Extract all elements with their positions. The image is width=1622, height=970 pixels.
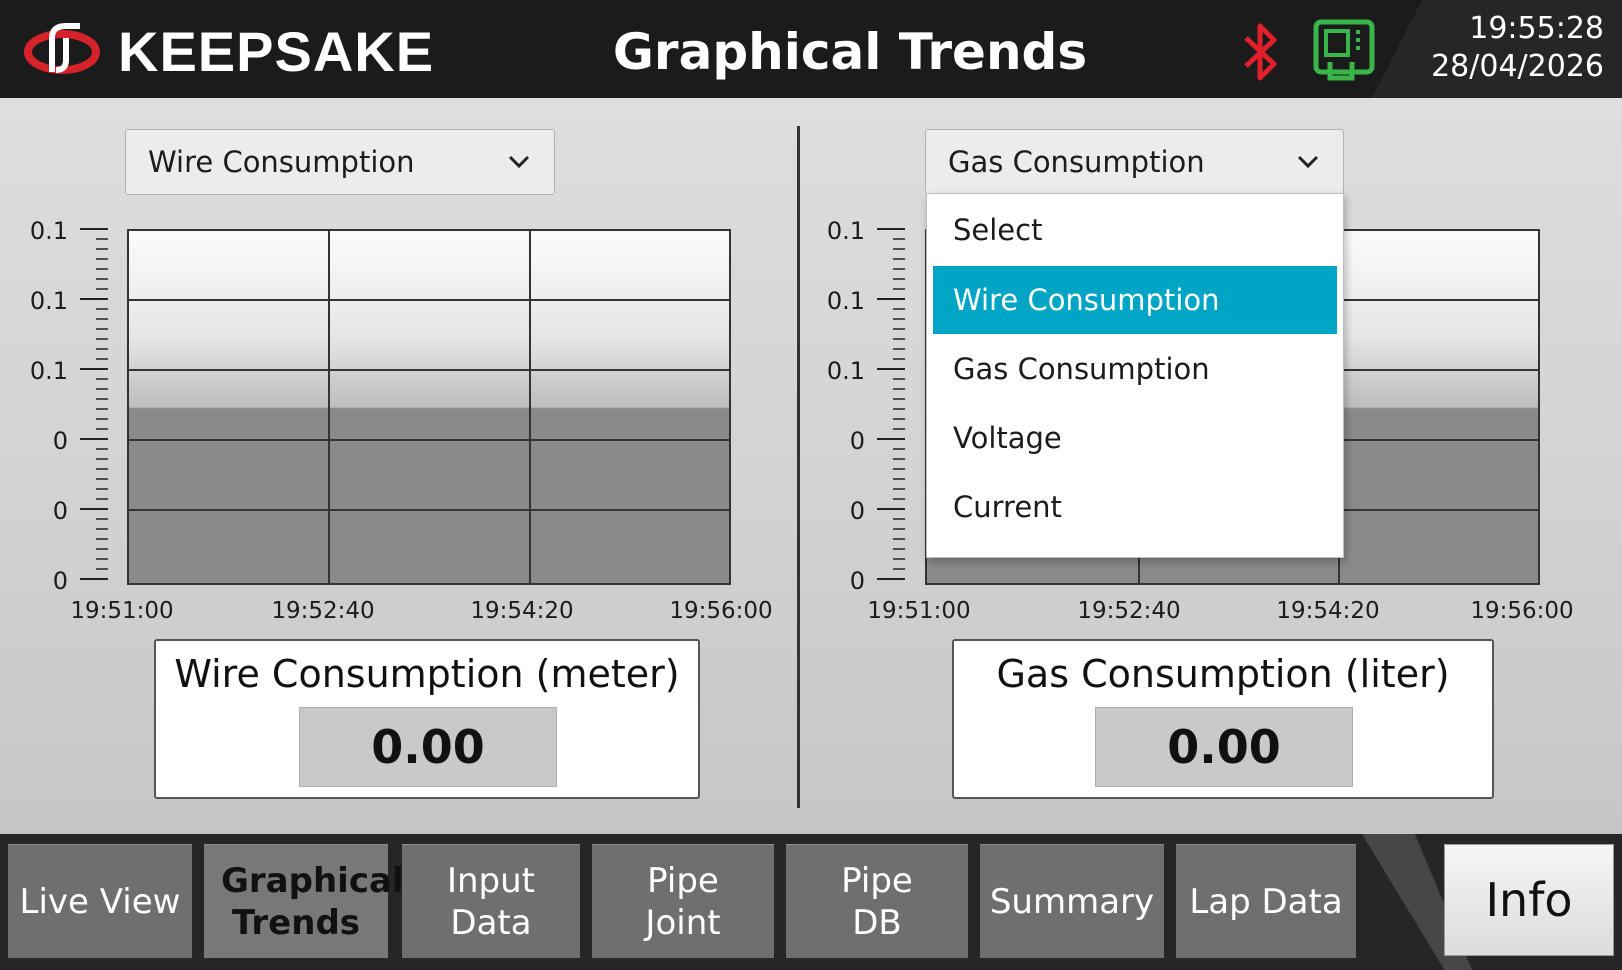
info-button[interactable]: Info bbox=[1444, 844, 1614, 956]
grid-line bbox=[529, 231, 531, 583]
left-select-value: Wire Consumption bbox=[148, 145, 415, 179]
x-tick-label: 19:56:00 bbox=[1470, 598, 1574, 624]
grid-line bbox=[328, 231, 330, 583]
y-tick-label: 0.1 bbox=[826, 287, 865, 315]
y-tick-label: 0 bbox=[849, 427, 865, 455]
right-readout-card: Gas Consumption (liter) 0.00 bbox=[952, 639, 1494, 799]
nav-label: Input Data bbox=[446, 860, 536, 943]
nav-label: Pipe Joint bbox=[645, 860, 721, 943]
dropdown-option-voltage[interactable]: Voltage bbox=[933, 404, 1337, 472]
left-readout-value: 0.00 bbox=[299, 707, 557, 787]
y-tick-label: 0 bbox=[849, 567, 865, 595]
bluetooth-icon[interactable] bbox=[1238, 20, 1284, 84]
dropdown-option-select[interactable]: Select bbox=[933, 196, 1337, 264]
y-tick-label: 0 bbox=[849, 497, 865, 525]
left-readout-title: Wire Consumption (meter) bbox=[174, 652, 680, 696]
x-tick-label: 19:56:00 bbox=[669, 598, 773, 624]
page-title: Graphical Trends bbox=[612, 23, 1088, 81]
x-tick-label: 19:52:40 bbox=[271, 598, 375, 624]
brand-name: KEEPSAKE bbox=[118, 20, 435, 83]
grid-line bbox=[129, 439, 729, 441]
logo-icon bbox=[24, 23, 100, 74]
y-tick-label: 0.1 bbox=[826, 217, 865, 245]
main-content: Wire Consumption 0.1 0.1 0.1 0 0 0 19:51… bbox=[0, 98, 1622, 834]
nav-summary[interactable]: Summary bbox=[980, 844, 1164, 958]
dropdown-option-wire-consumption[interactable]: Wire Consumption bbox=[933, 266, 1337, 334]
left-y-axis bbox=[80, 228, 108, 580]
left-readout-card: Wire Consumption (meter) 0.00 bbox=[154, 639, 700, 799]
info-label: Info bbox=[1485, 873, 1573, 927]
chevron-down-icon bbox=[1297, 155, 1319, 169]
nav-pipe-db[interactable]: Pipe DB bbox=[786, 844, 968, 958]
right-select-value: Gas Consumption bbox=[948, 145, 1205, 179]
nav-label: Pipe DB bbox=[841, 860, 913, 943]
grid-line bbox=[129, 299, 729, 301]
clock-time: 19:55:28 bbox=[1469, 11, 1604, 46]
dropdown-option-current[interactable]: Current bbox=[933, 473, 1337, 541]
nav-label: Live View bbox=[19, 881, 181, 922]
nav-lap-data[interactable]: Lap Data bbox=[1176, 844, 1356, 958]
x-tick-label: 19:54:20 bbox=[470, 598, 574, 624]
grid-line bbox=[129, 369, 729, 371]
dropdown-option-gas-consumption[interactable]: Gas Consumption bbox=[933, 335, 1337, 403]
panel-divider bbox=[797, 126, 800, 808]
grid-line bbox=[129, 509, 729, 511]
clock-date: 28/04/2026 bbox=[1431, 49, 1604, 84]
right-metric-select[interactable]: Gas Consumption bbox=[925, 129, 1344, 195]
datetime-display: 19:55:28 28/04/2026 bbox=[1372, 0, 1622, 98]
nav-label: Summary bbox=[989, 881, 1155, 922]
x-tick-label: 19:51:00 bbox=[70, 598, 174, 624]
nav-input-data[interactable]: Input Data bbox=[402, 844, 580, 958]
y-tick-label: 0.1 bbox=[826, 357, 865, 385]
x-tick-label: 19:54:20 bbox=[1276, 598, 1380, 624]
y-tick-label: 0.1 bbox=[29, 217, 68, 245]
x-tick-label: 19:51:00 bbox=[867, 598, 971, 624]
y-tick-label: 0.1 bbox=[29, 287, 68, 315]
y-tick-label: 0.1 bbox=[29, 357, 68, 385]
left-metric-select[interactable]: Wire Consumption bbox=[125, 129, 555, 195]
right-y-axis bbox=[877, 228, 905, 580]
bottom-nav: Live View Graphical Trends Input Data Pi… bbox=[0, 834, 1622, 970]
left-trend-chart bbox=[127, 229, 731, 585]
nav-live-view[interactable]: Live View bbox=[8, 844, 192, 958]
y-tick-label: 0 bbox=[52, 567, 68, 595]
metric-dropdown-list: Select Wire Consumption Gas Consumption … bbox=[926, 193, 1344, 558]
nav-pipe-joint[interactable]: Pipe Joint bbox=[592, 844, 774, 958]
right-readout-value: 0.00 bbox=[1095, 707, 1353, 787]
header-bar: KEEPSAKE Graphical Trends 19:55:28 28/04… bbox=[0, 0, 1622, 98]
chevron-down-icon bbox=[508, 155, 530, 169]
nav-graphical-trends[interactable]: Graphical Trends bbox=[204, 844, 404, 958]
x-tick-label: 19:52:40 bbox=[1077, 598, 1181, 624]
device-icon[interactable] bbox=[1312, 18, 1376, 82]
y-tick-label: 0 bbox=[52, 427, 68, 455]
nav-label: Graphical Trends bbox=[221, 860, 404, 943]
right-readout-title: Gas Consumption (liter) bbox=[996, 652, 1450, 696]
y-tick-label: 0 bbox=[52, 497, 68, 525]
nav-label: Lap Data bbox=[1189, 881, 1343, 922]
